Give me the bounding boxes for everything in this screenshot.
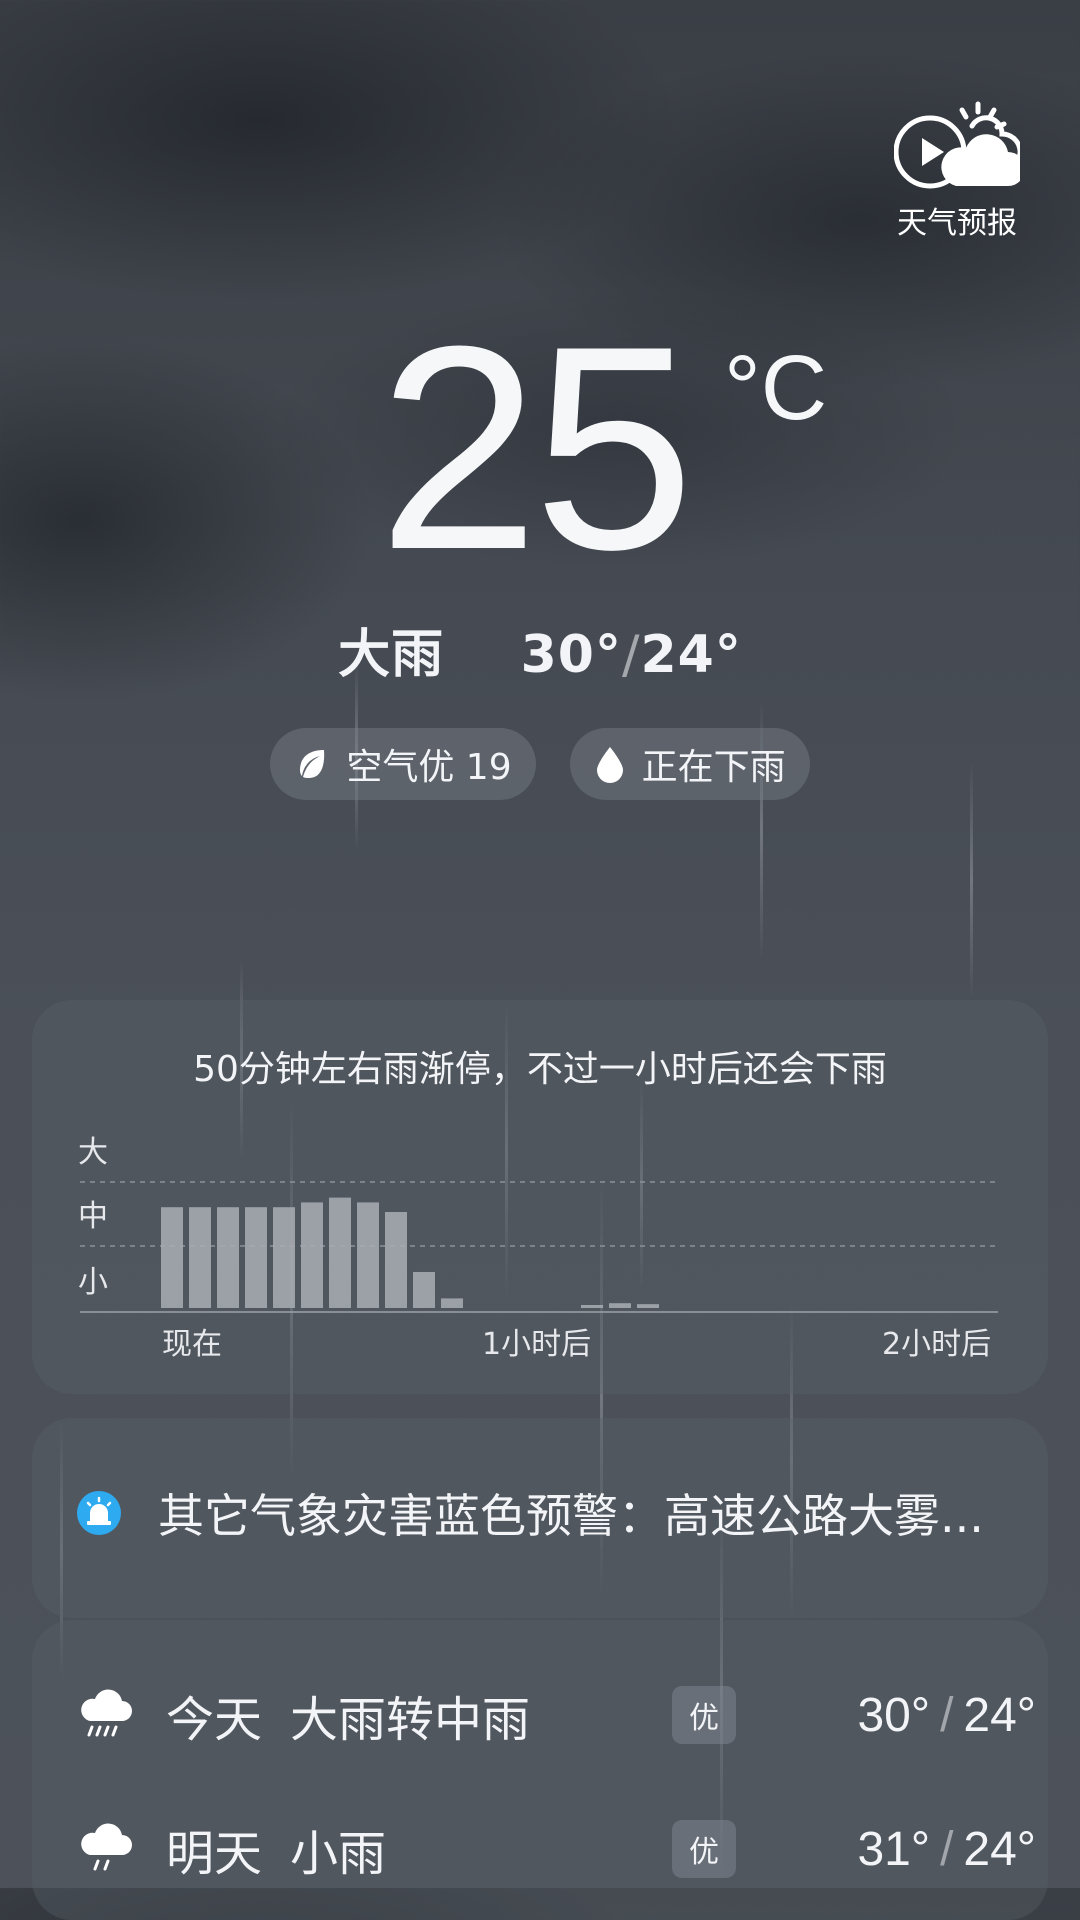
aqi-badge: 优 — [672, 1820, 736, 1878]
y-level-small: 小 — [78, 1265, 108, 1300]
alarm-icon — [77, 1491, 121, 1535]
precipitation-bar — [385, 1212, 407, 1308]
play-cloud-sun-icon — [894, 101, 1020, 189]
current-temperature-block: 25 °C — [0, 286, 1080, 610]
forecast-condition: 大雨转中雨 — [290, 1692, 531, 1748]
forecast-day: 明天 — [166, 1826, 263, 1882]
forecast-low: 24° — [963, 1822, 1036, 1876]
forecast-high: 30° — [857, 1688, 931, 1742]
heavy-rain-icon — [81, 1689, 132, 1737]
precipitation-chart: 大 中 小 现在 1小时后 2小时后 — [78, 1135, 998, 1362]
current-temperature: 25 — [378, 286, 695, 610]
daily-forecast-card: 今天 大雨转中雨 优 30°/24° 明天 小雨 优 31°/24° — [32, 1620, 1048, 1920]
raindrop-icon — [596, 747, 623, 783]
precipitation-nowcast-card[interactable]: 50分钟左右雨渐停，不过一小时后还会下雨 大 中 小 现在 1小时后 2小时后 — [32, 1000, 1048, 1394]
forecast-temp-range: 31°/24° — [857, 1822, 1036, 1876]
precipitation-bar — [245, 1207, 267, 1308]
air-quality-label: 空气优 19 — [346, 747, 512, 788]
weather-forecast-label: 天气预报 — [897, 206, 1017, 241]
forecast-condition: 小雨 — [290, 1826, 387, 1882]
precipitation-bar — [357, 1202, 379, 1308]
precipitation-bar — [581, 1305, 603, 1308]
alert-row: 其它气象灾害蓝色预警：高速公路大雾... — [76, 1480, 984, 1546]
light-rain-icon — [81, 1823, 132, 1871]
forecast-row-today[interactable]: 今天 大雨转中雨 优 30°/24° — [76, 1670, 1036, 1760]
leaf-icon — [300, 750, 325, 778]
precipitation-bar — [441, 1298, 463, 1308]
forecast-low: 24° — [963, 1688, 1036, 1742]
weather-forecast-logo[interactable]: 天气预报 — [894, 100, 1020, 242]
x-tick-1h: 1小时后 — [482, 1327, 591, 1362]
high-low-separator: / — [621, 625, 641, 685]
forecast-high: 31° — [857, 1822, 931, 1876]
y-level-large: 大 — [78, 1135, 108, 1170]
temperature-unit: °C — [724, 337, 828, 439]
y-level-medium: 中 — [78, 1199, 108, 1234]
today-low: 24° — [640, 625, 742, 685]
x-tick-now: 现在 — [162, 1327, 222, 1362]
precipitation-bar — [217, 1207, 239, 1308]
forecast-temp-range: 30°/24° — [857, 1688, 1036, 1742]
precipitation-bar — [161, 1207, 183, 1308]
forecast-day: 今天 — [166, 1692, 263, 1748]
precipitation-bar — [609, 1303, 631, 1308]
precipitation-bar — [329, 1197, 351, 1308]
alert-text: 其它气象灾害蓝色预警：高速公路大雾... — [158, 1489, 984, 1543]
precipitation-bars — [161, 1197, 659, 1308]
air-quality-pill[interactable]: 空气优 19 — [270, 728, 536, 800]
status-pills: 空气优 19 正在下雨 — [0, 728, 1080, 800]
precipitation-bar — [637, 1304, 659, 1308]
forecast-row-tomorrow[interactable]: 明天 小雨 优 31°/24° — [76, 1804, 1036, 1894]
weather-alert-card[interactable]: 其它气象灾害蓝色预警：高速公路大雾... — [32, 1418, 1048, 1618]
x-tick-2h: 2小时后 — [882, 1327, 991, 1362]
current-condition: 大雨 — [338, 625, 445, 685]
precipitation-bar — [301, 1202, 323, 1308]
precipitation-bar — [273, 1207, 295, 1308]
rain-status-label: 正在下雨 — [641, 747, 786, 788]
rain-status-pill[interactable]: 正在下雨 — [569, 728, 810, 800]
precipitation-bar — [413, 1272, 435, 1308]
current-condition-line: 大雨 30°/24° — [0, 612, 1080, 687]
precipitation-bar — [189, 1207, 211, 1308]
aqi-badge: 优 — [672, 1686, 736, 1744]
today-high: 30° — [520, 625, 622, 685]
